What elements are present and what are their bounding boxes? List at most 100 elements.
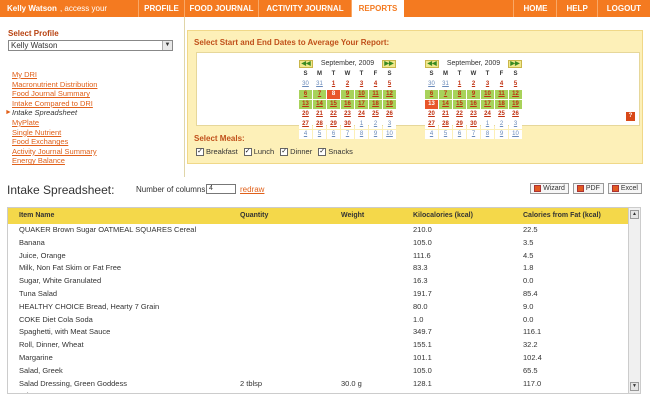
calendar-day[interactable]: 31 (439, 80, 452, 89)
calendar-day[interactable]: 2 (467, 80, 480, 89)
calendar-day[interactable]: 30 (425, 80, 438, 89)
calendar-day[interactable]: 29 (453, 120, 466, 129)
tab-reports[interactable]: REPORTS (351, 0, 404, 17)
calendar-day[interactable]: 11 (495, 90, 508, 99)
calendar-day[interactable]: 6 (327, 130, 340, 139)
menu-item[interactable]: Intake Compared to DRI (4, 99, 97, 109)
calendar-day[interactable]: 30 (299, 80, 312, 89)
help-icon[interactable]: ? (626, 112, 635, 121)
scroll-up-icon[interactable]: ▲ (630, 210, 639, 219)
menu-item[interactable]: Activity Journal Summary (4, 147, 97, 157)
menu-link-intake-compared[interactable]: Intake Compared to DRI (12, 99, 93, 108)
help-link[interactable]: HELP (556, 0, 596, 17)
calendar-day[interactable]: 19 (509, 100, 522, 109)
menu-link-activity-summary[interactable]: Activity Journal Summary (12, 147, 97, 156)
checkbox[interactable]: ✓ (280, 147, 289, 156)
calendar-day[interactable]: 5 (509, 80, 522, 89)
calendar-day[interactable]: 25 (495, 110, 508, 119)
home-link[interactable]: HOME (513, 0, 556, 17)
checkbox[interactable]: ✓ (318, 147, 327, 156)
calendar-day[interactable]: 25 (369, 110, 382, 119)
calendar-day[interactable]: 6 (453, 130, 466, 139)
calendar-day[interactable]: 13 (299, 100, 312, 109)
calendar-day[interactable]: 30 (341, 120, 354, 129)
columns-input[interactable]: 4 (206, 184, 236, 194)
vertical-scrollbar[interactable]: ▲ ▼ (628, 208, 640, 393)
calendar-day[interactable]: 9 (495, 130, 508, 139)
calendar-day[interactable]: 1 (481, 120, 494, 129)
calendar-day[interactable]: 21 (439, 110, 452, 119)
menu-link-macronutrient[interactable]: Macronutrient Distribution (12, 80, 97, 89)
calendar-day[interactable]: 3 (481, 80, 494, 89)
meal-dinner[interactable]: ✓ Dinner (280, 147, 312, 156)
calendar-day[interactable]: 10 (509, 130, 522, 139)
calendar-day[interactable]: 9 (369, 130, 382, 139)
calendar-day[interactable]: 8 (481, 130, 494, 139)
calendar-day[interactable]: 27 (299, 120, 312, 129)
double-chevron-right-icon[interactable]: ▶▶ (382, 59, 396, 68)
calendar-day[interactable]: 2 (341, 80, 354, 89)
calendar-day[interactable]: 22 (327, 110, 340, 119)
tab-activity-journal[interactable]: ACTIVITY JOURNAL (258, 0, 351, 17)
meal-breakfast[interactable]: ✓ Breakfast (196, 147, 238, 156)
calendar-day[interactable]: 4 (495, 80, 508, 89)
calendar-day[interactable]: 2 (495, 120, 508, 129)
menu-item[interactable]: Energy Balance (4, 156, 97, 166)
meal-lunch[interactable]: ✓ Lunch (243, 147, 274, 156)
calendar-day[interactable]: 10 (355, 90, 368, 99)
calendar-day[interactable]: 8 (327, 90, 340, 99)
calendar-day[interactable]: 17 (481, 100, 494, 109)
double-chevron-left-icon[interactable]: ◀◀ (425, 59, 439, 68)
wizard-button[interactable]: Wizard (530, 183, 569, 194)
menu-link-energy-balance[interactable]: Energy Balance (12, 156, 65, 165)
calendar-day[interactable]: 7 (313, 90, 326, 99)
calendar-day[interactable]: 2 (369, 120, 382, 129)
calendar-day[interactable]: 3 (383, 120, 396, 129)
menu-link-my-dri[interactable]: My DRI (12, 70, 37, 79)
calendar-day[interactable]: 29 (327, 120, 340, 129)
menu-link-single-nutrient[interactable]: Single Nutrient (12, 128, 61, 137)
calendar-day[interactable]: 1 (355, 120, 368, 129)
calendar-day[interactable]: 5 (383, 80, 396, 89)
calendar-day[interactable]: 21 (313, 110, 326, 119)
calendar-day[interactable]: 12 (383, 90, 396, 99)
calendar-day[interactable]: 5 (439, 130, 452, 139)
calendar-day[interactable]: 9 (467, 90, 480, 99)
menu-link-myplate[interactable]: MyPlate (12, 118, 39, 127)
meal-snacks[interactable]: ✓ Snacks (318, 147, 353, 156)
calendar-day[interactable]: 31 (313, 80, 326, 89)
calendar-day[interactable]: 3 (509, 120, 522, 129)
calendar-day[interactable]: 23 (341, 110, 354, 119)
tab-food-journal[interactable]: FOOD JOURNAL (184, 0, 258, 17)
tab-profile[interactable]: PROFILE (138, 0, 184, 17)
calendar-day[interactable]: 12 (509, 90, 522, 99)
calendar-day[interactable]: 26 (383, 110, 396, 119)
calendar-day[interactable]: 26 (509, 110, 522, 119)
calendar-day[interactable]: 20 (299, 110, 312, 119)
menu-link-food-exchanges[interactable]: Food Exchanges (12, 137, 68, 146)
calendar-day[interactable]: 8 (355, 130, 368, 139)
calendar-day[interactable]: 4 (425, 130, 438, 139)
logout-link[interactable]: LOGOUT (596, 0, 650, 17)
calendar-day[interactable]: 18 (495, 100, 508, 109)
menu-item[interactable]: Macronutrient Distribution (4, 80, 97, 90)
calendar-day[interactable]: 4 (369, 80, 382, 89)
pdf-button[interactable]: PDF (572, 183, 604, 194)
checkbox[interactable]: ✓ (243, 147, 252, 156)
calendar-day[interactable]: 28 (439, 120, 452, 129)
calendar-day[interactable]: 11 (369, 90, 382, 99)
calendar-day[interactable]: 9 (341, 90, 354, 99)
calendar-day[interactable]: 1 (453, 80, 466, 89)
chevron-down-icon[interactable]: ▼ (162, 41, 172, 50)
calendar-day[interactable]: 10 (383, 130, 396, 139)
calendar-day[interactable]: 8 (453, 90, 466, 99)
calendar-day[interactable]: 6 (425, 90, 438, 99)
calendar-day[interactable]: 24 (355, 110, 368, 119)
scroll-down-icon[interactable]: ▼ (630, 382, 639, 391)
calendar-day[interactable]: 5 (313, 130, 326, 139)
calendar-day[interactable]: 24 (481, 110, 494, 119)
calendar-day[interactable]: 16 (341, 100, 354, 109)
calendar-day[interactable]: 4 (299, 130, 312, 139)
calendar-day[interactable]: 18 (369, 100, 382, 109)
calendar-day[interactable]: 19 (383, 100, 396, 109)
